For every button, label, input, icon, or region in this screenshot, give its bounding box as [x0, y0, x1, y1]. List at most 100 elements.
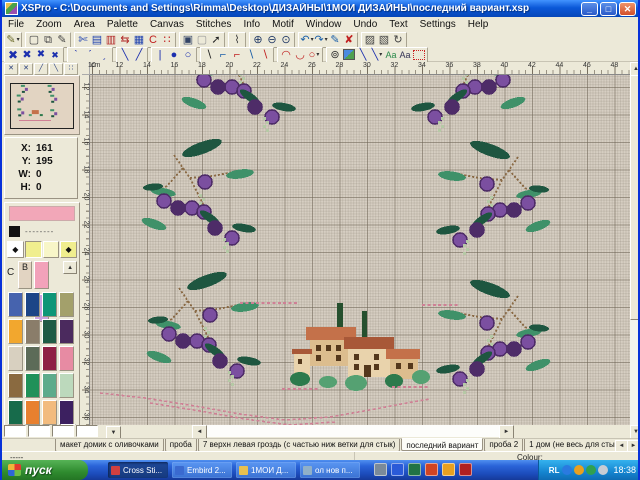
- mini-stitch-2-button[interactable]: ✕: [19, 63, 33, 75]
- knot-tool-button[interactable]: ⊚: [328, 48, 342, 61]
- half-stitch-button[interactable]: ✖: [34, 48, 48, 61]
- edit-pencil-button[interactable]: ✎: [55, 33, 69, 46]
- scroll-left-button[interactable]: ◄: [192, 425, 207, 439]
- close-button[interactable]: ✕: [619, 2, 636, 16]
- motif-box-3[interactable]: [52, 425, 74, 437]
- menu-item-zoom[interactable]: Zoom: [30, 19, 68, 30]
- undo-button[interactable]: ↶▾: [300, 33, 314, 46]
- stitch-style-button-4[interactable]: ◆: [60, 241, 77, 258]
- new-doc-button[interactable]: ▧: [377, 33, 391, 46]
- mini-stitch-4-button[interactable]: ╲: [49, 63, 63, 75]
- vertical-scroll-thumb[interactable]: [630, 75, 640, 320]
- taskbar-task-4[interactable]: ол нов п...: [300, 462, 360, 478]
- taskbar-task-1[interactable]: Cross Sti...: [108, 462, 168, 478]
- select-rect-button[interactable]: ▢: [27, 33, 41, 46]
- palette-swatch[interactable]: [25, 319, 40, 344]
- palette-swatch[interactable]: [8, 346, 23, 371]
- tray-icon-green[interactable]: [586, 465, 596, 475]
- monitor-button[interactable]: ▣: [181, 33, 195, 46]
- ellipse-tool-button[interactable]: ○▾: [307, 48, 321, 61]
- horizontal-scrollbar[interactable]: ◄ ►: [192, 425, 514, 437]
- horizontal-scroll-track[interactable]: [207, 425, 499, 437]
- vertical-scrollbar[interactable]: ▲: [630, 62, 640, 425]
- marker-button[interactable]: ✎: [328, 33, 342, 46]
- menu-item-file[interactable]: File: [2, 19, 30, 30]
- zoom-reset-button[interactable]: ⊙: [279, 33, 293, 46]
- palette-swatch[interactable]: [59, 400, 74, 425]
- copy-motif-button[interactable]: ▤: [90, 33, 104, 46]
- motif-box-4[interactable]: [76, 425, 98, 437]
- palette-swatch[interactable]: [8, 400, 23, 425]
- palette-swatch[interactable]: [34, 261, 49, 289]
- tray-icon-gray[interactable]: [598, 465, 608, 475]
- palette-swatch[interactable]: [59, 292, 74, 317]
- redo-button[interactable]: ↷▾: [314, 33, 328, 46]
- quick-launch-app-2-icon[interactable]: [425, 463, 438, 476]
- maximize-button[interactable]: □: [600, 2, 617, 16]
- taskbar-task-3[interactable]: 1МОИ Д...: [236, 462, 296, 478]
- stitch-style-button-3[interactable]: [43, 241, 60, 258]
- grid-edit-button[interactable]: ▦: [132, 33, 146, 46]
- petite-stitch-1-button[interactable]: ˋ: [69, 48, 83, 61]
- select-shapes-button[interactable]: ⧉: [41, 33, 55, 46]
- menu-item-canvas[interactable]: Canvas: [144, 19, 190, 30]
- pattern-preview[interactable]: [4, 75, 80, 135]
- palette-swatch[interactable]: [42, 400, 57, 425]
- mirror-button[interactable]: ⇆: [118, 33, 132, 46]
- text-dark-button[interactable]: Aa: [398, 48, 412, 61]
- arc-tool-button[interactable]: ◡: [293, 48, 307, 61]
- paste-special-button[interactable]: ▨: [363, 33, 377, 46]
- palette-swatch[interactable]: [25, 346, 40, 371]
- petite-stitch-2-button[interactable]: ˊ: [83, 48, 97, 61]
- motif-box-1[interactable]: [4, 425, 26, 437]
- pointer-ne-button[interactable]: ➚: [209, 33, 223, 46]
- quick-launch-app-1-icon[interactable]: [374, 463, 387, 476]
- paste-motif-button[interactable]: ▥: [104, 33, 118, 46]
- quarter-stitch-button[interactable]: ✖: [48, 48, 62, 61]
- quick-launch-excel-icon[interactable]: [408, 463, 421, 476]
- mini-stitch-1-button[interactable]: ✕: [4, 63, 18, 75]
- mini-stitch-3-button[interactable]: ╱: [34, 63, 48, 75]
- select-area-button[interactable]: [412, 48, 426, 61]
- palette-swatch[interactable]: [59, 319, 74, 344]
- palette-swatch[interactable]: [8, 373, 23, 398]
- line-style-button[interactable]: ╲▾: [370, 48, 384, 61]
- palette-swatch[interactable]: [8, 292, 23, 317]
- tray-icon-blue[interactable]: [562, 465, 572, 475]
- half-fwd-stitch-button[interactable]: ╱: [132, 48, 146, 61]
- backstitch-4-button[interactable]: ∖: [244, 48, 258, 61]
- menu-item-area[interactable]: Area: [68, 19, 101, 30]
- menu-item-text[interactable]: Text: [383, 19, 413, 30]
- menu-item-settings[interactable]: Settings: [414, 19, 462, 30]
- flip-button[interactable]: ↻: [391, 33, 405, 46]
- taskbar-clock[interactable]: 18:38: [613, 465, 636, 475]
- delete-button[interactable]: ✘: [342, 33, 356, 46]
- half-back-stitch-button[interactable]: ╲: [118, 48, 132, 61]
- palette-swatch[interactable]: [42, 292, 57, 317]
- backstitch-1-button[interactable]: ∖: [202, 48, 216, 61]
- backstitch-5-button[interactable]: ∖: [258, 48, 272, 61]
- quick-launch-app-4-icon[interactable]: [459, 463, 472, 476]
- thread-color-swatch[interactable]: [9, 226, 20, 237]
- export-button[interactable]: ▢: [195, 33, 209, 46]
- taskbar-task-2[interactable]: Embird 2...: [172, 462, 232, 478]
- curve-tool-button[interactable]: ◠: [279, 48, 293, 61]
- stitch-style-button-1[interactable]: ◆: [7, 241, 24, 258]
- b-button[interactable]: B: [18, 261, 32, 289]
- palette-swatch[interactable]: [59, 373, 74, 398]
- pattern-dots-button[interactable]: ∷: [160, 33, 174, 46]
- menu-item-undo[interactable]: Undo: [347, 19, 383, 30]
- palette-swatch[interactable]: [25, 373, 40, 398]
- picture-button[interactable]: [342, 48, 356, 61]
- full-stitch-button[interactable]: ✖: [6, 48, 20, 61]
- menu-item-help[interactable]: Help: [462, 19, 495, 30]
- current-color-bar[interactable]: [9, 206, 75, 221]
- three-quarter-stitch-button[interactable]: ✖: [20, 48, 34, 61]
- palette-swatch[interactable]: [25, 400, 40, 425]
- start-button[interactable]: пуск: [2, 460, 88, 480]
- palette-swatch[interactable]: [42, 319, 57, 344]
- c-label[interactable]: C: [7, 261, 16, 278]
- text-green-button[interactable]: Aa: [384, 48, 398, 61]
- stitch-style-button-2[interactable]: [25, 241, 42, 258]
- mini-stitch-5-button[interactable]: ∷: [64, 63, 78, 75]
